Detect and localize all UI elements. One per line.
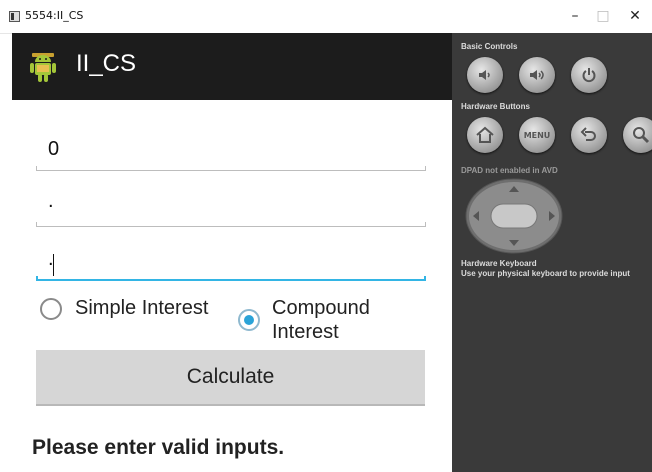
back-button[interactable]: [571, 117, 607, 153]
input-underline-focused: [36, 276, 426, 281]
maximize-button[interactable]: □: [588, 6, 618, 26]
input-underline: [36, 222, 426, 227]
power-button[interactable]: [571, 57, 607, 93]
emulator-control-panel: Basic Controls Hardware Buttons MENU DPA…: [452, 33, 652, 472]
menu-button[interactable]: MENU: [519, 117, 555, 153]
minimize-button[interactable]: –: [560, 6, 590, 26]
rate-input[interactable]: .: [36, 190, 426, 228]
home-icon: [476, 126, 494, 143]
app-content: 0 . . Simple Interest Compound Interest …: [12, 100, 452, 472]
back-arrow-icon: [580, 127, 596, 141]
principal-value: 0: [48, 138, 60, 160]
calculate-button[interactable]: Calculate: [36, 350, 425, 406]
compound-label-line2: Interest: [272, 321, 339, 343]
compound-interest-label[interactable]: Compound Interest: [272, 296, 370, 344]
close-button[interactable]: ✕: [620, 6, 650, 26]
power-icon: [582, 68, 596, 83]
app-action-bar: II_CS: [12, 33, 452, 100]
search-button[interactable]: [623, 117, 652, 153]
compound-interest-radio[interactable]: [238, 309, 260, 331]
hardware-keyboard-heading: Hardware Keyboard: [461, 259, 537, 268]
volume-up-button[interactable]: [519, 57, 555, 93]
window-title: 5554:II_CS: [25, 9, 84, 22]
compound-label-line1: Compound: [272, 297, 370, 319]
time-input[interactable]: .: [36, 246, 426, 282]
hardware-buttons-heading: Hardware Buttons: [461, 102, 530, 111]
validation-message: Please enter valid inputs.: [32, 436, 285, 459]
simple-interest-label[interactable]: Simple Interest: [75, 296, 208, 320]
basic-controls-heading: Basic Controls: [461, 42, 518, 51]
search-icon: [633, 127, 650, 144]
dpad-control[interactable]: [465, 178, 563, 254]
simple-interest-radio[interactable]: [40, 298, 62, 320]
principal-input[interactable]: 0: [36, 136, 426, 172]
dpad-note: DPAD not enabled in AVD: [461, 166, 558, 175]
interest-type-group: Simple Interest Compound Interest: [40, 296, 440, 350]
text-cursor: [53, 254, 54, 276]
volume-down-icon: [479, 70, 490, 80]
input-underline: [36, 166, 426, 171]
volume-down-button[interactable]: [467, 57, 503, 93]
window-titlebar: 5554:II_CS – □ ✕: [0, 0, 652, 34]
emulator-window-icon: [9, 11, 20, 22]
app-title: II_CS: [76, 50, 137, 77]
android-icon: [30, 51, 56, 87]
hardware-keyboard-note: Use your physical keyboard to provide in…: [461, 269, 630, 278]
rate-value: .: [48, 190, 54, 212]
home-button[interactable]: [467, 117, 503, 153]
volume-up-icon: [530, 70, 544, 80]
